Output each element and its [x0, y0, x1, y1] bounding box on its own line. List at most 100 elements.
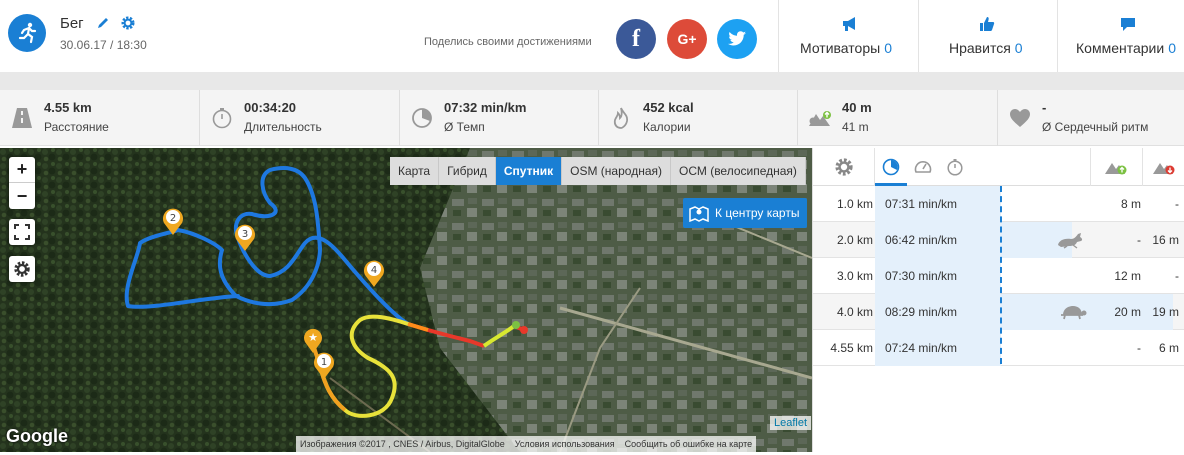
layer-satellite[interactable]: Спутник — [495, 157, 563, 185]
turtle-icon — [1061, 306, 1087, 320]
stat-value: 07:32 min/km — [444, 100, 527, 115]
split-elevation-gain: 12 m — [1114, 269, 1141, 283]
km-marker[interactable]: 3 — [233, 222, 257, 252]
pencil-icon[interactable] — [96, 16, 110, 35]
stat-distance: 4.55 km Расстояние — [0, 90, 200, 146]
google-plus-share-button[interactable]: G+ — [667, 19, 707, 59]
split-distance: 4.55 km — [830, 341, 873, 355]
center-map-button[interactable]: К центру карты — [683, 198, 808, 228]
stat-calories: 452 kcal Калории — [599, 90, 798, 146]
split-distance: 3.0 km — [836, 269, 873, 283]
activity-title: Бег — [60, 15, 84, 32]
svg-text:★: ★ — [308, 331, 318, 344]
likes-count: 0 — [1014, 40, 1023, 56]
splits-settings-button[interactable] — [813, 148, 875, 186]
elevation-down-icon — [1153, 163, 1175, 175]
split-elevation-gain: - — [1137, 341, 1141, 355]
motivators-count: 0 — [884, 40, 892, 56]
rabbit-icon — [1058, 233, 1083, 249]
fullscreen-button[interactable] — [9, 219, 35, 245]
tab-pace[interactable] — [875, 148, 907, 186]
stat-value: 40 m — [842, 100, 872, 115]
speedometer-icon — [914, 161, 932, 173]
share-label: Поделись своими достижениями — [424, 36, 592, 48]
elevation-loss-header — [1143, 148, 1184, 186]
km-marker[interactable]: 4 — [362, 258, 386, 288]
stat-elevation: 40 m 41 m — [798, 90, 998, 146]
imagery-credit: Изображения ©2017 , CNES / Airbus, Digit… — [300, 439, 505, 449]
likes-label: Нравится — [949, 40, 1011, 56]
stopwatch-icon — [947, 159, 963, 176]
google-plus-icon: G+ — [677, 31, 697, 47]
center-map-label: К центру карты — [715, 206, 800, 220]
thumbs-up-icon — [980, 17, 995, 31]
gear-icon[interactable] — [120, 15, 136, 36]
leaflet-link[interactable]: Leaflet — [770, 416, 812, 430]
stat-value: 00:34:20 — [244, 100, 297, 115]
split-row: 2.0 km 06:42 min/km - 16 m — [813, 222, 1184, 258]
terms-link[interactable]: Условия использования — [515, 436, 615, 452]
pace-gauge-icon — [882, 158, 900, 176]
split-row: 3.0 km 07:30 min/km 12 m - — [813, 258, 1184, 294]
likes-button[interactable]: Нравится 0 — [919, 0, 1057, 72]
zoom-in-button[interactable]: + — [9, 157, 35, 183]
zoom-out-button[interactable]: − — [9, 183, 35, 209]
gear-icon — [14, 261, 30, 277]
layer-map[interactable]: Карта — [390, 157, 440, 185]
motivators-button[interactable]: Мотиваторы 0 — [779, 0, 918, 72]
split-pace: 07:24 min/km — [885, 341, 958, 355]
section-divider — [0, 72, 1184, 90]
elevation-up-icon — [1105, 163, 1127, 175]
zoom-control: + − — [9, 157, 35, 209]
facebook-share-button[interactable]: f — [616, 19, 656, 59]
activity-header: Бег 30.06.17 / 18:30 Поделись своими дос… — [0, 0, 1184, 72]
stat-label: Расстояние — [44, 120, 109, 134]
comment-icon — [1121, 18, 1135, 31]
map-settings-button[interactable] — [9, 256, 35, 282]
heart-icon — [1010, 109, 1030, 127]
elevation-gain-header — [1091, 148, 1141, 186]
stopwatch-icon — [212, 108, 232, 129]
gear-icon — [835, 158, 853, 176]
flame-icon — [613, 107, 629, 129]
facebook-icon: f — [632, 25, 640, 52]
split-row: 4.55 km 07:24 min/km - 6 m — [813, 330, 1184, 366]
report-error-link[interactable]: Сообщить об ошибке на карте — [625, 436, 752, 452]
layer-osm-public[interactable]: OSM (народная) — [562, 157, 671, 185]
stat-label: Калории — [643, 120, 691, 134]
pace-gauge-icon — [412, 108, 432, 128]
stat-label: Длительность — [244, 120, 322, 134]
comments-button[interactable]: Комментарии 0 — [1058, 0, 1184, 72]
tab-time[interactable] — [939, 148, 971, 186]
average-pace-line — [1000, 186, 1002, 364]
split-pace: 07:30 min/km — [885, 269, 958, 283]
tab-speed[interactable] — [907, 148, 939, 186]
svg-text:4: 4 — [371, 265, 377, 276]
splits-table: 1.0 km 07:31 min/km 8 m - 2.0 km 06:42 m… — [812, 148, 1184, 452]
km-marker[interactable]: 1 — [312, 350, 336, 380]
split-elevation-loss: 16 m — [1152, 233, 1179, 247]
split-distance: 1.0 km — [836, 197, 873, 211]
km-marker[interactable]: 2 — [161, 206, 185, 236]
layer-hybrid[interactable]: Гибрид — [439, 157, 496, 185]
megaphone-icon — [843, 17, 855, 31]
stat-duration: 00:34:20 Длительность — [200, 90, 400, 146]
split-pace: 06:42 min/km — [885, 233, 958, 247]
twitter-share-button[interactable] — [717, 19, 757, 59]
split-distance: 2.0 km — [836, 233, 873, 247]
stats-bar: 4.55 km Расстояние 00:34:20 Длительность… — [0, 90, 1184, 146]
map-attribution: Изображения ©2017 , CNES / Airbus, Digit… — [296, 436, 757, 452]
twitter-icon — [728, 31, 746, 46]
split-distance: 4.0 km — [836, 305, 873, 319]
split-pace: 08:29 min/km — [885, 305, 958, 319]
layer-osm-cycle[interactable]: ОСМ (велосипедная) — [671, 157, 806, 185]
split-row: 4.0 km 08:29 min/km 20 m 19 m — [813, 294, 1184, 330]
stat-pace: 07:32 min/km Ø Темп — [400, 90, 599, 146]
split-row: 1.0 km 07:31 min/km 8 m - — [813, 186, 1184, 222]
route-map[interactable]: ★ 1 2 3 4 + − Карта Гибрид Спутник OSM (… — [0, 148, 812, 452]
split-elevation-gain: - — [1137, 233, 1141, 247]
comments-count: 0 — [1168, 40, 1176, 56]
svg-text:2: 2 — [170, 213, 176, 224]
elevation-icon — [809, 111, 831, 126]
satellite-imagery — [0, 148, 812, 452]
